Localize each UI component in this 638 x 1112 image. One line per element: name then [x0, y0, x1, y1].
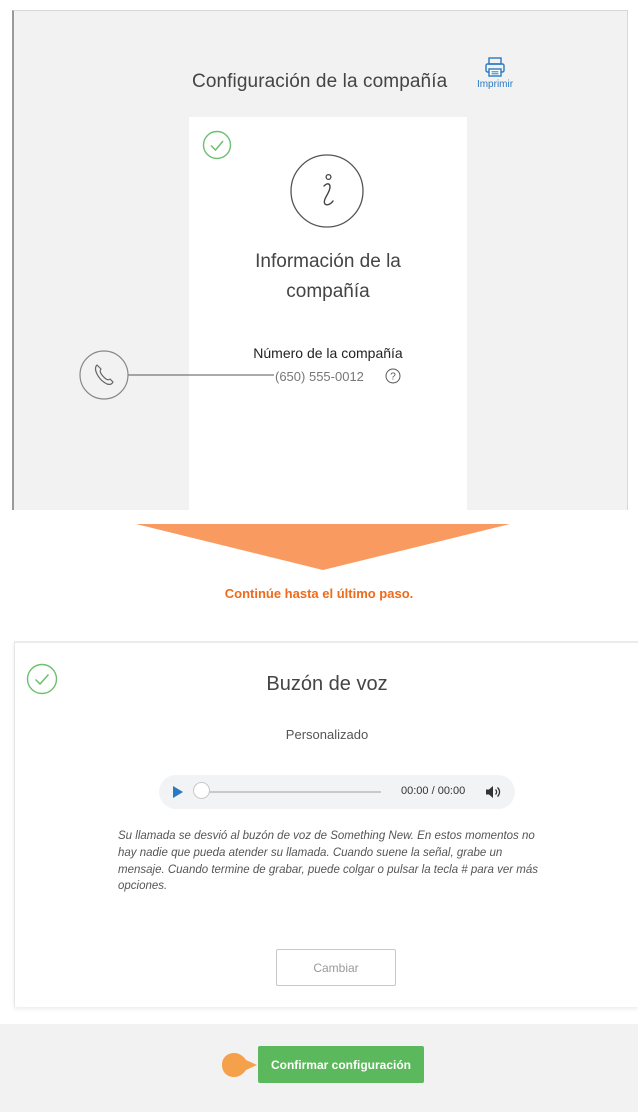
print-button[interactable]: Imprimir	[471, 57, 519, 90]
card-title-line1: Información de la	[255, 251, 401, 272]
print-label[interactable]: Imprimir	[471, 79, 519, 90]
progress-track[interactable]	[201, 791, 381, 793]
voicemail-card: Buzón de voz Personalizado 00:00 / 00:00…	[14, 641, 638, 1007]
svg-text:?: ?	[390, 372, 396, 383]
voicemail-subtitle: Personalizado	[285, 727, 369, 742]
check-circle-icon	[202, 130, 232, 160]
company-info-card: Información de la compañía Número de la …	[189, 117, 467, 510]
printer-icon	[485, 57, 505, 77]
pointer-marker-icon	[222, 1053, 257, 1077]
play-icon[interactable]	[171, 785, 185, 799]
continue-instruction: Continúe hasta el último paso.	[224, 586, 414, 601]
page-title: Configuración de la compañía	[192, 71, 448, 92]
change-button[interactable]: Cambiar	[276, 949, 396, 986]
progress-thumb[interactable]	[193, 782, 210, 799]
card-title: Información de la compañía	[189, 247, 467, 307]
down-arrow-icon	[136, 524, 510, 570]
voicemail-title: Buzón de voz	[266, 673, 388, 695]
phone-callout	[79, 350, 274, 400]
info-circle-icon	[290, 154, 364, 228]
time-display: 00:00 / 00:00	[401, 785, 466, 797]
card-title-line2: compañía	[286, 281, 370, 302]
volume-icon[interactable]	[485, 784, 503, 800]
voicemail-message: Su llamada se desvió al buzón de voz de …	[118, 830, 538, 893]
confirm-configuration-button[interactable]: Confirmar configuración	[258, 1046, 424, 1083]
company-number-value: (650) 555-0012	[275, 369, 364, 384]
company-setup-panel: Configuración de la compañía Imprimir In…	[12, 10, 628, 510]
help-icon[interactable]: ?	[385, 368, 401, 384]
audio-player: 00:00 / 00:00	[159, 775, 515, 809]
